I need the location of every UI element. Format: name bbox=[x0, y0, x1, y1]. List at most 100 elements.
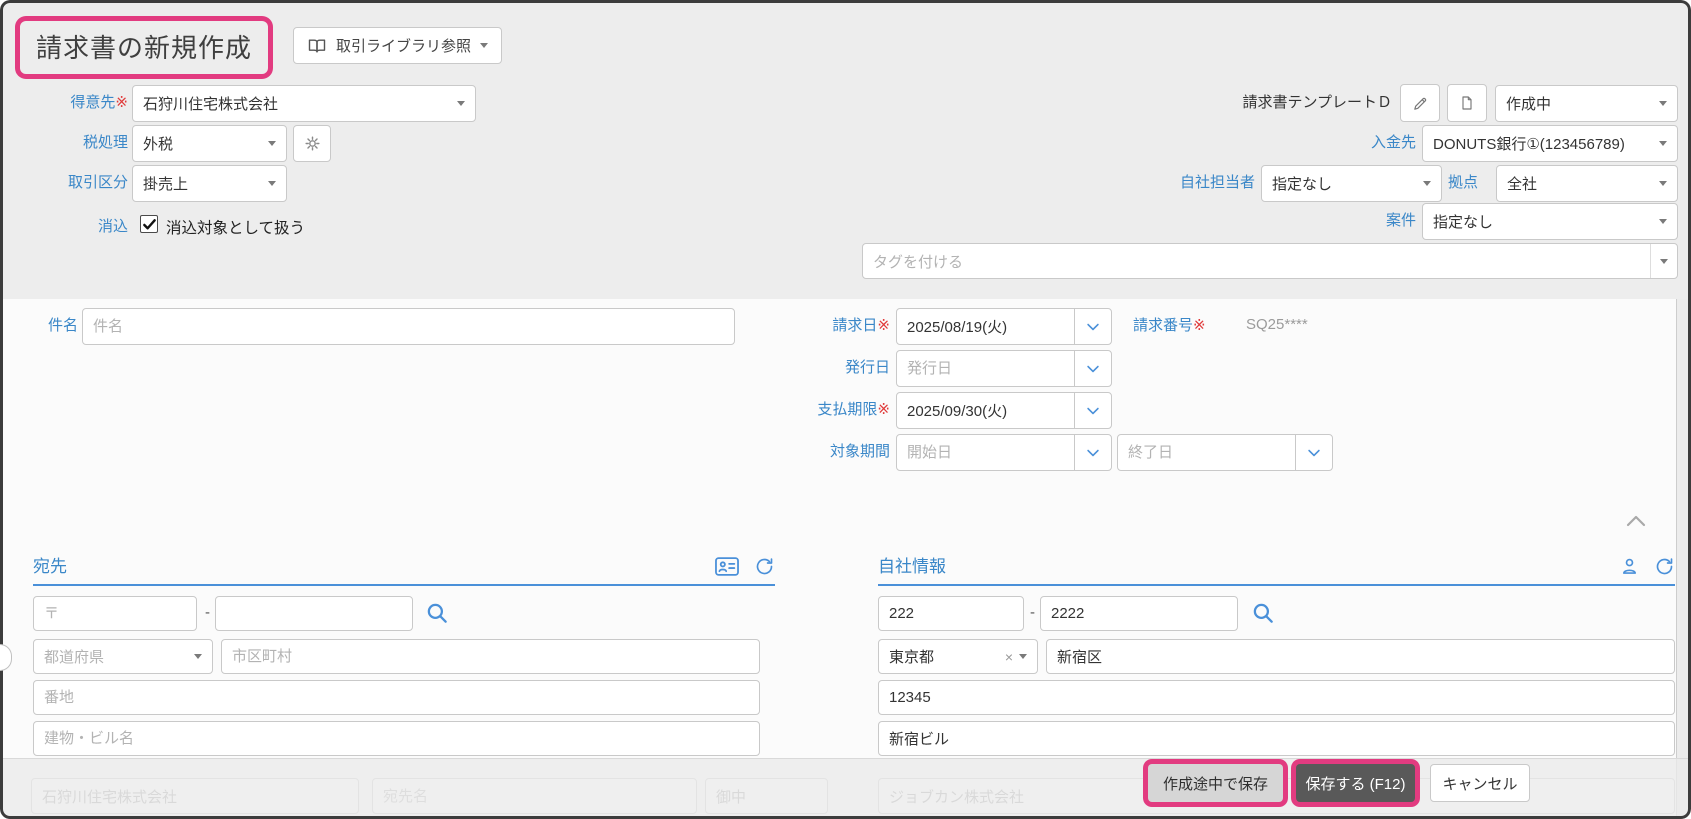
required-mark: ※ bbox=[877, 317, 890, 334]
project-select-value: 指定なし bbox=[1433, 214, 1494, 231]
tag-dropdown-toggle[interactable] bbox=[1650, 244, 1677, 278]
collapse-section-button[interactable] bbox=[1620, 510, 1652, 532]
staff-label: 自社担当者 bbox=[1179, 174, 1255, 191]
recipient-prefecture-select[interactable]: 都道府県 bbox=[33, 639, 213, 674]
recipient-postal2-input[interactable] bbox=[215, 596, 413, 631]
transaction-library-button[interactable]: 取引ライブラリ参照 bbox=[293, 27, 503, 64]
cancel-button[interactable]: キャンセル bbox=[1430, 764, 1530, 802]
caret-down-icon bbox=[194, 654, 202, 659]
company-street-input[interactable] bbox=[878, 680, 1675, 715]
recipient-prefecture-placeholder: 都道府県 bbox=[44, 649, 105, 666]
required-mark: ※ bbox=[1193, 317, 1206, 334]
caret-down-icon bbox=[1659, 181, 1667, 186]
template-label: 請求書テンプレートＤ bbox=[1242, 94, 1392, 111]
caret-down-icon bbox=[1019, 654, 1027, 659]
customer-select[interactable]: 石狩川住宅株式会社 bbox=[132, 85, 476, 122]
branch-label: 拠点 bbox=[1448, 174, 1479, 191]
postal-separator: - bbox=[205, 604, 210, 621]
company-postal2-input[interactable] bbox=[1040, 596, 1238, 631]
document-icon bbox=[1459, 95, 1475, 111]
project-label: 案件 bbox=[1385, 212, 1416, 229]
edit-template-button[interactable] bbox=[1400, 84, 1440, 122]
check-icon bbox=[142, 217, 157, 232]
pencil-icon bbox=[1412, 95, 1429, 112]
due-date-input[interactable] bbox=[896, 392, 1075, 429]
company-city-input[interactable] bbox=[1046, 639, 1675, 674]
billing-date-label: 請求日※ bbox=[832, 317, 890, 334]
deposit-select-value: DONUTS銀行①(123456789) bbox=[1433, 136, 1625, 153]
chevron-up-icon bbox=[1620, 510, 1652, 532]
customer-select-value: 石狩川住宅株式会社 bbox=[143, 96, 279, 113]
recipient-postal-search-icon[interactable] bbox=[424, 600, 450, 626]
company-building-input[interactable] bbox=[878, 721, 1675, 756]
period-end-picker-button[interactable] bbox=[1295, 434, 1333, 471]
person-icon[interactable] bbox=[1619, 556, 1640, 577]
subject-label: 件名 bbox=[47, 317, 78, 334]
trade-type-select-value: 掛売上 bbox=[143, 176, 189, 193]
refresh-icon[interactable] bbox=[754, 556, 775, 577]
chevron-down-icon bbox=[1084, 360, 1102, 378]
recipient-postal1-input[interactable] bbox=[33, 596, 197, 631]
billing-date-picker-button[interactable] bbox=[1074, 308, 1112, 345]
recipient-street-input[interactable] bbox=[33, 680, 760, 715]
due-date-label: 支払期限※ bbox=[817, 401, 890, 418]
save-draft-button[interactable]: 作成途中で保存 bbox=[1148, 764, 1283, 802]
deposit-label: 入金先 bbox=[1370, 134, 1416, 151]
caret-down-icon bbox=[268, 181, 276, 186]
tax-select[interactable]: 外税 bbox=[132, 125, 287, 162]
recipient-city-input[interactable] bbox=[221, 639, 760, 674]
billing-date-input[interactable] bbox=[896, 308, 1075, 345]
clearing-label: 消込 bbox=[97, 218, 128, 235]
branch-select[interactable]: 全社 bbox=[1496, 165, 1678, 202]
deposit-select[interactable]: DONUTS銀行①(123456789) bbox=[1422, 125, 1678, 162]
project-select[interactable]: 指定なし bbox=[1422, 203, 1678, 240]
issue-date-picker-button[interactable] bbox=[1074, 350, 1112, 387]
tax-select-value: 外税 bbox=[143, 136, 174, 153]
tax-settings-button[interactable] bbox=[293, 125, 331, 162]
required-mark: ※ bbox=[115, 94, 128, 111]
company-postal-search-icon[interactable] bbox=[1250, 600, 1276, 626]
period-start-picker-button[interactable] bbox=[1074, 434, 1112, 471]
gear-icon bbox=[303, 134, 322, 153]
refresh-icon[interactable] bbox=[1654, 556, 1675, 577]
caret-down-icon bbox=[1423, 181, 1431, 186]
subject-input[interactable] bbox=[82, 308, 735, 345]
period-start-input[interactable] bbox=[896, 434, 1075, 471]
clearing-checkbox-text: 消込対象として扱う bbox=[166, 220, 306, 237]
caret-down-icon bbox=[480, 43, 489, 48]
staff-select-value: 指定なし bbox=[1272, 176, 1333, 193]
issue-date-label: 発行日 bbox=[844, 359, 890, 376]
scrollbar-track bbox=[1676, 299, 1688, 816]
caret-down-icon bbox=[1659, 101, 1667, 106]
chevron-down-icon bbox=[1305, 444, 1323, 462]
caret-down-icon bbox=[1659, 141, 1667, 146]
company-prefecture-select[interactable]: 東京都 × bbox=[878, 639, 1038, 674]
period-end-input[interactable] bbox=[1117, 434, 1296, 471]
caret-down-icon bbox=[1660, 258, 1668, 264]
customer-label: 得意先※ bbox=[70, 94, 128, 111]
save-button[interactable]: 保存する (F12) bbox=[1296, 764, 1415, 802]
company-section-header: 自社情報 bbox=[878, 550, 1675, 586]
caret-down-icon bbox=[1659, 219, 1667, 224]
company-postal1-input[interactable] bbox=[878, 596, 1024, 631]
staff-select[interactable]: 指定なし bbox=[1261, 165, 1442, 202]
clear-icon[interactable]: × bbox=[1005, 649, 1013, 665]
required-mark: ※ bbox=[877, 401, 890, 418]
status-select[interactable]: 作成中 bbox=[1495, 85, 1678, 122]
branch-select-value: 全社 bbox=[1507, 176, 1538, 193]
chevron-down-icon bbox=[1084, 444, 1102, 462]
chevron-down-icon bbox=[1084, 318, 1102, 336]
document-icon-button[interactable] bbox=[1447, 84, 1487, 122]
tag-input[interactable]: タグを付ける bbox=[862, 243, 1678, 279]
company-section-title: 自社情報 bbox=[878, 557, 946, 576]
due-date-picker-button[interactable] bbox=[1074, 392, 1112, 429]
book-icon bbox=[307, 36, 327, 56]
contact-card-icon[interactable] bbox=[714, 556, 740, 577]
recipient-building-input[interactable] bbox=[33, 721, 760, 756]
trade-type-label: 取引区分 bbox=[67, 174, 128, 191]
recipient-section-header: 宛先 bbox=[33, 550, 775, 586]
issue-date-input[interactable] bbox=[896, 350, 1075, 387]
trade-type-select[interactable]: 掛売上 bbox=[132, 165, 287, 202]
status-select-value: 作成中 bbox=[1506, 96, 1552, 113]
clearing-checkbox[interactable] bbox=[140, 215, 158, 233]
